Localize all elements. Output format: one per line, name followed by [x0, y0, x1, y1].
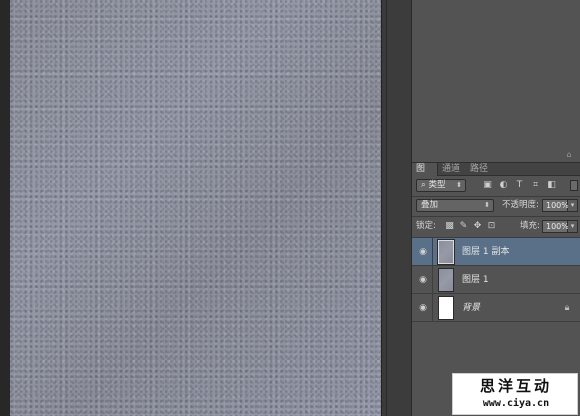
type-filter-icon[interactable]: T [514, 180, 525, 191]
blend-opacity-row: 叠加 ⬍ 不透明度: 100% ▾ [416, 199, 578, 213]
trash-icon[interactable]: ⌂ [564, 151, 574, 159]
chevron-updown-icon: ⬍ [456, 181, 462, 189]
opacity-dropdown-button[interactable]: ▾ [568, 199, 578, 212]
opacity-label: 不透明度: [502, 200, 539, 210]
shape-filter-icon[interactable]: ⌗ [530, 180, 541, 191]
divider [412, 216, 580, 217]
lock-fill-row: 锁定: ▩ ✎ ✥ ⊡ 填充: 100% ▾ [416, 220, 578, 234]
fill-dropdown-button[interactable]: ▾ [568, 220, 578, 233]
layer-name[interactable]: 图层 1 副本 [462, 238, 509, 266]
fill-label: 填充: [520, 221, 540, 231]
fill-input[interactable]: 100% [542, 220, 569, 233]
tab-channels[interactable]: 通道 [438, 163, 464, 176]
lock-label: 锁定: [416, 221, 436, 231]
layer-thumbnail [437, 239, 455, 265]
lock-paint-icon[interactable]: ✎ [458, 221, 469, 232]
eye-icon[interactable]: ◉ [417, 302, 429, 314]
document-workspace[interactable] [0, 0, 386, 416]
layer-thumbnail [438, 268, 454, 292]
watermark-url: www.ciya.cn [482, 398, 550, 409]
layer-name[interactable]: 图层 1 [462, 266, 489, 294]
layer-thumbnail [438, 296, 454, 320]
eye-icon[interactable]: ◉ [417, 274, 429, 286]
filter-toggle[interactable] [570, 180, 578, 191]
opacity-input[interactable]: 100% [542, 199, 569, 212]
watermark-title: 思洋互动 [479, 377, 552, 395]
layer-row-copy[interactable]: ◉ 图层 1 副本 [412, 238, 580, 266]
tab-paths[interactable]: 路径 [466, 163, 492, 176]
lock-icon: 🔒︎ [564, 303, 570, 313]
filter-kind-select[interactable]: ⌕ 类型 ⬍ [416, 179, 466, 192]
panel-dock-strip [386, 0, 412, 416]
layer-row-layer1[interactable]: ◉ 图层 1 [412, 266, 580, 294]
watermark: 思洋互动 www.ciya.cn [452, 373, 578, 415]
divider [432, 238, 433, 266]
pixel-filter-icon[interactable]: ▣ [482, 180, 493, 191]
blend-mode-select[interactable]: 叠加 ⬍ [416, 199, 494, 212]
lock-transparent-icon[interactable]: ▩ [444, 221, 455, 232]
divider [432, 294, 433, 322]
document-canvas[interactable] [10, 0, 381, 416]
upper-panel: ⌂ [412, 0, 580, 160]
blend-mode-value: 叠加 [421, 200, 439, 210]
layer-name[interactable]: 背景 [462, 294, 480, 322]
divider [432, 266, 433, 294]
right-panel-area: ⌂ 图层 通道 路径 ⌕ 类型 ⬍ ▣ ◐ T ⌗ ◧ 叠加 ⬍ 不透明度: [412, 0, 580, 416]
adjustment-filter-icon[interactable]: ◐ [498, 180, 509, 191]
layers-panel-tabs: 图层 通道 路径 [412, 162, 580, 187]
lock-position-icon[interactable]: ✥ [472, 221, 483, 232]
smart-object-filter-icon[interactable]: ◧ [546, 180, 557, 191]
filter-kind-value: 类型 [428, 180, 446, 190]
chevron-updown-icon: ⬍ [484, 201, 490, 209]
layer-row-background[interactable]: ◉ 背景 🔒︎ [412, 294, 580, 322]
eye-icon[interactable]: ◉ [417, 246, 429, 258]
lock-all-icon[interactable]: ⊡ [486, 221, 497, 232]
tab-layers[interactable]: 图层 [412, 163, 438, 187]
divider [412, 196, 580, 197]
layer-filter-row: ⌕ 类型 ⬍ ▣ ◐ T ⌗ ◧ [416, 179, 578, 193]
